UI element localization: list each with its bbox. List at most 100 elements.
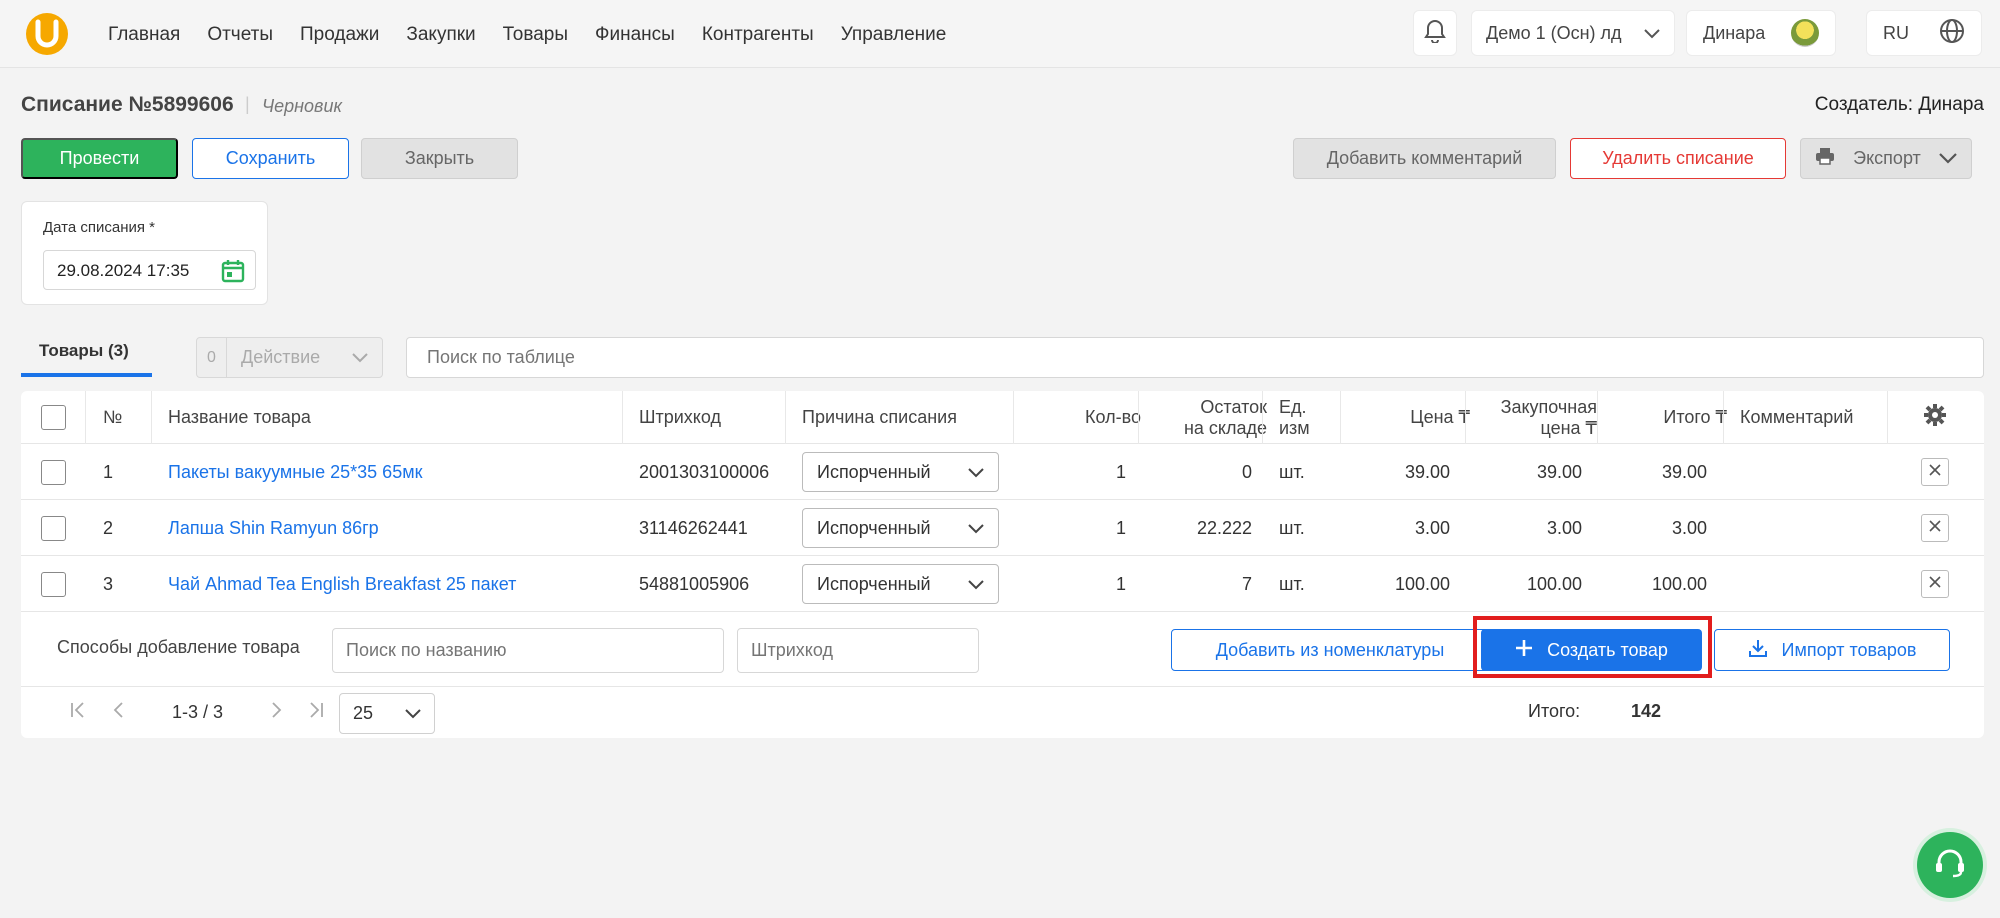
- support-chat-button[interactable]: [1917, 832, 1983, 898]
- row-barcode: 2001303100006: [639, 461, 770, 482]
- table-settings-button[interactable]: [1924, 391, 1946, 444]
- nav-item-purchases[interactable]: Закупки: [406, 24, 475, 46]
- col-purchase-price[interactable]: Закупочная цена ₸: [1465, 391, 1597, 444]
- row-total: 100.00: [1651, 573, 1707, 594]
- search-by-name-input[interactable]: [332, 628, 724, 673]
- action-label: Действие: [241, 347, 321, 367]
- app-logo[interactable]: [26, 13, 68, 55]
- select-all-checkbox[interactable]: [41, 405, 66, 430]
- nav-item-home[interactable]: Главная: [108, 24, 180, 46]
- row-price[interactable]: 100.00: [1340, 556, 1450, 612]
- calendar-icon[interactable]: [221, 259, 245, 288]
- col-barcode[interactable]: Штрихкод: [639, 391, 721, 444]
- avatar: [1791, 19, 1819, 47]
- chevron-down-icon: [968, 462, 984, 483]
- status-badge: Черновик: [262, 96, 342, 116]
- col-unit-line2: изм: [1279, 417, 1310, 438]
- reason-value: Испорченный: [817, 461, 931, 482]
- goods-table: № Название товара Штрихкод Причина списа…: [21, 391, 1984, 738]
- chevron-down-icon: [405, 703, 421, 724]
- nav-item-contractors[interactable]: Контрагенты: [702, 24, 814, 46]
- row-price[interactable]: 39.00: [1340, 444, 1450, 500]
- col-price[interactable]: Цена ₸: [1340, 391, 1470, 444]
- chevron-down-icon: [1939, 148, 1957, 169]
- nav-item-reports[interactable]: Отчеты: [207, 24, 273, 46]
- save-button[interactable]: Сохранить: [192, 138, 349, 179]
- user-menu[interactable]: Динара: [1686, 10, 1836, 56]
- row-price[interactable]: 3.00: [1340, 500, 1450, 556]
- col-total[interactable]: Итого ₸: [1597, 391, 1727, 444]
- nav-item-management[interactable]: Управление: [841, 24, 947, 46]
- close-button[interactable]: Закрыть: [361, 138, 518, 179]
- row-total: 3.00: [1671, 517, 1707, 538]
- row-stock: 0: [1241, 461, 1252, 482]
- nav-item-goods[interactable]: Товары: [503, 24, 568, 46]
- row-qty[interactable]: 1: [1013, 500, 1126, 556]
- row-unit: шт.: [1279, 573, 1305, 594]
- reason-select[interactable]: Испорченный: [802, 564, 999, 604]
- col-reason[interactable]: Причина списания: [802, 391, 957, 444]
- table-search-input[interactable]: [406, 337, 1984, 378]
- row-purchase-price: 3.00: [1546, 517, 1582, 538]
- conduct-button[interactable]: Провести: [21, 138, 178, 179]
- organization-name: Демо 1 (Осн) лд: [1486, 22, 1622, 43]
- row-num: 2: [103, 517, 114, 538]
- product-link[interactable]: Пакеты вакуумные 25*35 65мк: [168, 444, 422, 500]
- col-stock-line1: Остаток: [1200, 396, 1267, 417]
- reason-select[interactable]: Испорченный: [802, 452, 999, 492]
- product-link[interactable]: Лапша Shin Ramyun 86гр: [168, 500, 379, 556]
- reason-select[interactable]: Испорченный: [802, 508, 999, 548]
- export-button[interactable]: Экспорт: [1800, 138, 1972, 179]
- date-value: 29.08.2024 17:35: [57, 261, 190, 280]
- product-link[interactable]: Чай Ahmad Tea English Breakfast 25 пакет: [168, 556, 516, 612]
- reason-value: Испорченный: [817, 573, 931, 594]
- import-goods-button[interactable]: Импорт товаров: [1714, 629, 1950, 671]
- col-stock[interactable]: Остаток на складе: [1138, 391, 1267, 444]
- create-product-highlight: [1473, 616, 1712, 678]
- notifications-button[interactable]: [1413, 10, 1457, 56]
- creator-label: Создатель: Динара: [1814, 94, 1984, 115]
- row-unit: шт.: [1279, 517, 1305, 538]
- row-barcode: 54881005906: [639, 573, 750, 594]
- next-page-icon[interactable]: [271, 701, 283, 724]
- organization-select[interactable]: Демо 1 (Осн) лд: [1471, 10, 1675, 56]
- col-name[interactable]: Название товара: [168, 391, 311, 444]
- row-checkbox-cell: [41, 444, 66, 500]
- nav-item-sales[interactable]: Продажи: [300, 24, 379, 46]
- remove-row-button[interactable]: [1921, 570, 1949, 598]
- nav-item-finance[interactable]: Финансы: [595, 24, 675, 46]
- add-from-catalog-button[interactable]: Добавить из номенклатуры: [1171, 629, 1489, 671]
- language-select[interactable]: RU: [1866, 10, 1982, 56]
- date-input[interactable]: 29.08.2024 17:35: [43, 250, 256, 290]
- export-label: Экспорт: [1853, 148, 1921, 168]
- row-stock: 22.222: [1196, 517, 1252, 538]
- close-icon: [1929, 519, 1941, 537]
- row-qty[interactable]: 1: [1013, 556, 1126, 612]
- selected-count: 0: [197, 338, 227, 377]
- pagination: 1-3 / 3 25 Итого: 142: [21, 687, 1984, 738]
- barcode-input[interactable]: [737, 628, 979, 673]
- row-checkbox[interactable]: [41, 571, 66, 597]
- page-title: Списание №5899606: [21, 93, 234, 116]
- first-page-icon[interactable]: [69, 701, 87, 724]
- col-purchase-line2: цена ₸: [1540, 417, 1597, 438]
- page-size-select[interactable]: 25: [339, 693, 435, 734]
- printer-icon: [1815, 146, 1835, 171]
- add-comment-button[interactable]: Добавить комментарий: [1293, 138, 1556, 179]
- row-total: 39.00: [1661, 461, 1707, 482]
- col-unit-line1: Ед.: [1279, 396, 1307, 417]
- row-checkbox[interactable]: [41, 459, 66, 485]
- row-num: 1: [103, 461, 114, 482]
- close-icon: [1929, 575, 1941, 593]
- col-unit: Ед. изм: [1279, 391, 1310, 444]
- delete-writeoff-button[interactable]: Удалить списание: [1570, 138, 1786, 179]
- tab-goods[interactable]: Товары (3): [21, 336, 152, 377]
- remove-row-button[interactable]: [1921, 514, 1949, 542]
- bulk-action-select[interactable]: 0 Действие: [196, 337, 383, 378]
- row-checkbox[interactable]: [41, 515, 66, 541]
- row-qty[interactable]: 1: [1013, 444, 1126, 500]
- last-page-icon[interactable]: [307, 701, 325, 724]
- prev-page-icon[interactable]: [112, 701, 124, 724]
- col-qty[interactable]: Кол-во: [1013, 391, 1141, 444]
- remove-row-button[interactable]: [1921, 458, 1949, 486]
